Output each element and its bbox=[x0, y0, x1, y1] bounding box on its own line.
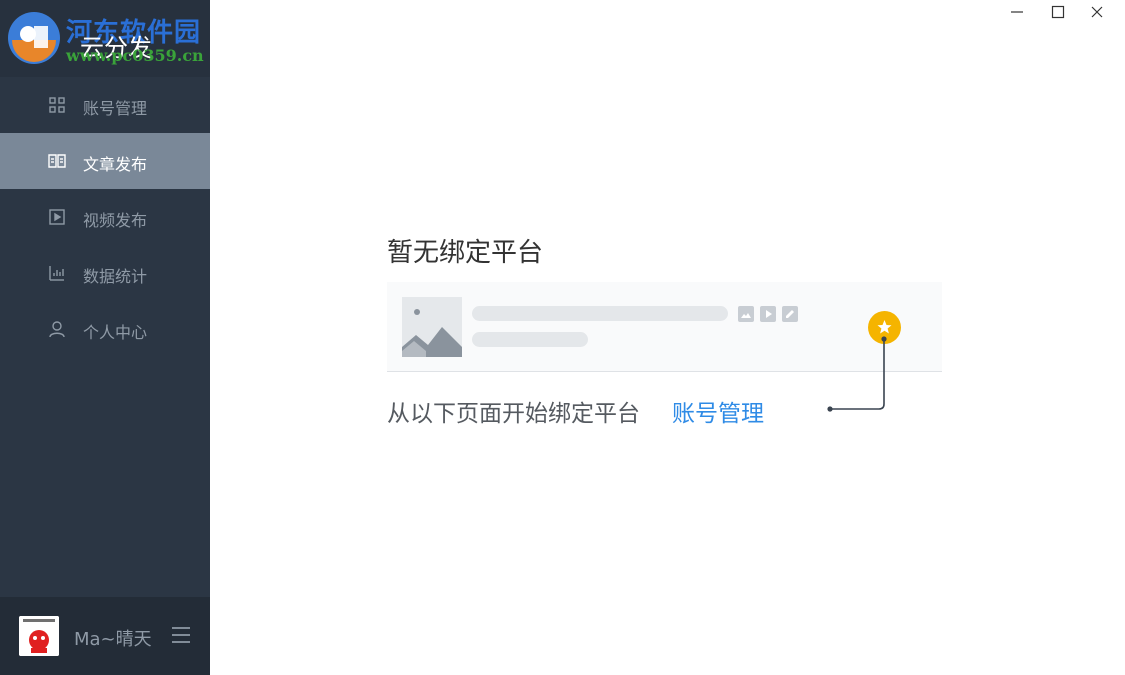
grid-icon bbox=[48, 96, 66, 114]
connector-line bbox=[827, 336, 887, 412]
minimize-button[interactable] bbox=[998, 0, 1038, 24]
image-placeholder-icon bbox=[402, 297, 462, 357]
sidebar-item-statistics[interactable]: 数据统计 bbox=[0, 245, 210, 301]
edit-mini-icon bbox=[782, 306, 798, 322]
sidebar: 河东软件园 云分发 www.pc0359.cn 账号管理 文章发布 视频发布 数… bbox=[0, 0, 210, 675]
sidebar-item-label: 数据统计 bbox=[83, 267, 148, 286]
sidebar-item-label: 文章发布 bbox=[83, 155, 148, 174]
menu-icon[interactable] bbox=[171, 626, 191, 644]
video-mini-icon bbox=[760, 306, 776, 322]
sidebar-item-label: 个人中心 bbox=[83, 323, 148, 342]
sidebar-item-article-publish[interactable]: 文章发布 bbox=[0, 133, 210, 189]
minimize-icon bbox=[1011, 11, 1023, 13]
sidebar-item-video-publish[interactable]: 视频发布 bbox=[0, 189, 210, 245]
maximize-button[interactable] bbox=[1039, 0, 1079, 24]
user-bar: Ma~晴天 bbox=[0, 597, 210, 675]
sidebar-nav: 账号管理 文章发布 视频发布 数据统计 个人中心 bbox=[0, 77, 210, 357]
maximize-icon bbox=[1051, 5, 1065, 19]
avatar[interactable] bbox=[19, 616, 59, 656]
image-mini-icon bbox=[738, 306, 754, 322]
sidebar-item-personal-center[interactable]: 个人中心 bbox=[0, 301, 210, 357]
username: Ma~晴天 bbox=[74, 629, 152, 650]
sidebar-item-label: 视频发布 bbox=[83, 211, 148, 230]
book-icon bbox=[48, 152, 66, 170]
empty-state-title: 暂无绑定平台 bbox=[387, 238, 544, 268]
text-placeholder-line bbox=[472, 306, 728, 321]
watermark-url: www.pc0359.cn bbox=[66, 46, 204, 65]
close-button[interactable] bbox=[1078, 0, 1118, 24]
close-icon bbox=[1091, 6, 1103, 18]
user-icon bbox=[48, 320, 66, 338]
logo-icon bbox=[6, 10, 62, 66]
bar-chart-icon bbox=[48, 264, 66, 282]
sidebar-item-account-management[interactable]: 账号管理 bbox=[0, 77, 210, 133]
bind-hint-text: 从以下页面开始绑定平台 bbox=[387, 401, 640, 427]
account-management-link[interactable]: 账号管理 bbox=[672, 394, 764, 428]
sidebar-item-label: 账号管理 bbox=[83, 99, 148, 118]
play-icon bbox=[48, 208, 66, 226]
text-placeholder-line bbox=[472, 332, 588, 347]
brand-header: 河东软件园 云分发 www.pc0359.cn bbox=[0, 0, 210, 77]
app-window: 河东软件园 云分发 www.pc0359.cn 账号管理 文章发布 视频发布 数… bbox=[0, 0, 1125, 675]
